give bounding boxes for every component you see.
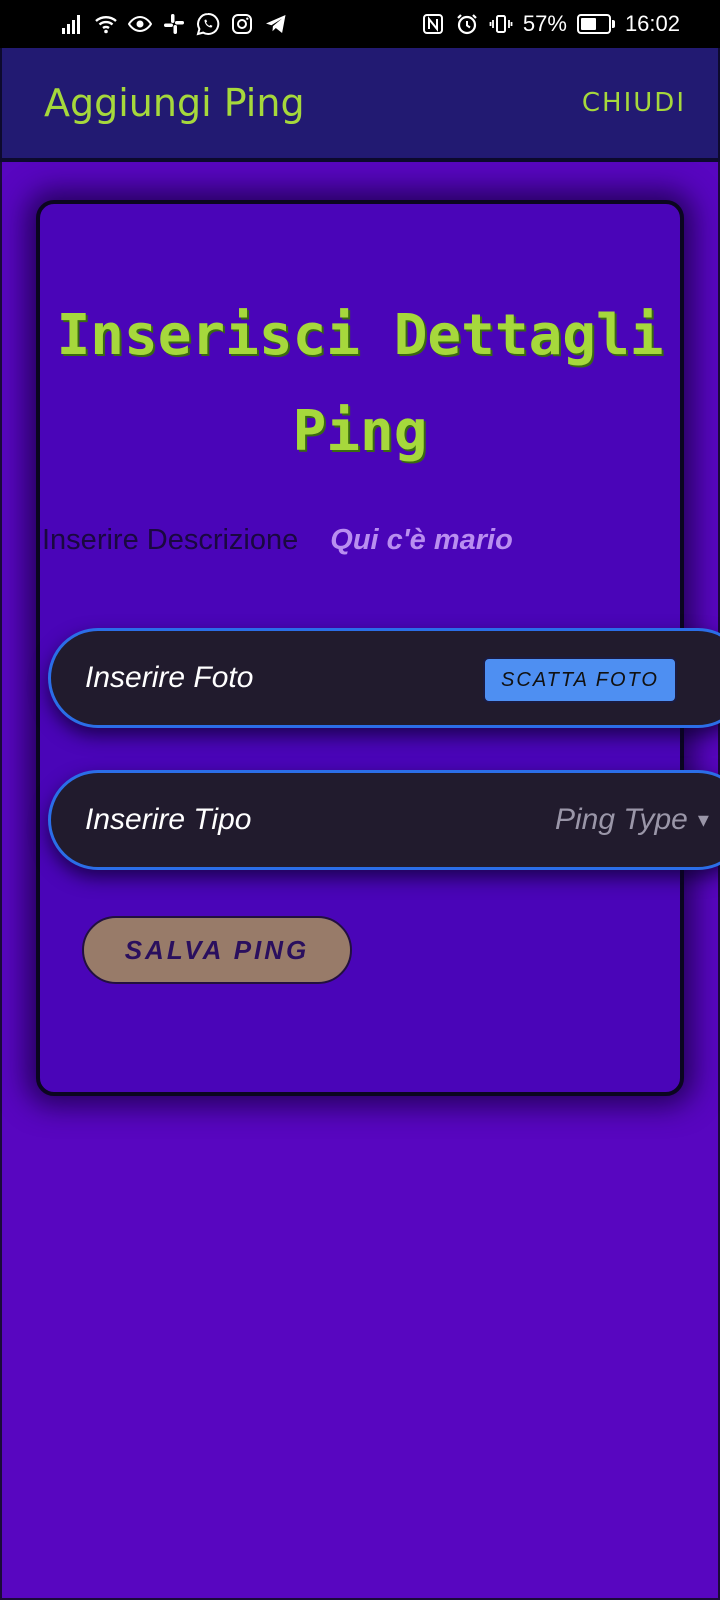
type-label: Inserire Tipo	[85, 803, 252, 836]
battery-icon	[576, 14, 615, 34]
status-bar-left	[60, 12, 288, 36]
type-field: Inserire Tipo Ping Type ▾	[48, 770, 720, 870]
card-title: Inserisci Dettagli Ping	[56, 303, 664, 464]
eye-icon	[128, 12, 152, 36]
clock: 16:02	[624, 11, 680, 36]
signal-icon	[60, 12, 84, 36]
vibrate-icon	[489, 12, 513, 36]
nfc-icon	[421, 12, 445, 36]
whatsapp-icon	[196, 12, 220, 36]
photo-label: Inserire Foto	[85, 661, 254, 694]
status-bar: 57% 16:02	[0, 0, 720, 48]
telegram-icon	[264, 12, 288, 36]
save-ping-button[interactable]: SALVA PING	[82, 916, 352, 984]
battery-percent: 57%	[522, 11, 567, 36]
status-bar-right: 57% 16:02	[421, 11, 680, 37]
battery-level-fill	[580, 18, 596, 30]
wifi-icon	[94, 12, 118, 36]
ping-type-value: Ping Type	[555, 803, 688, 836]
app-bar: Aggiungi Ping CHIUDI	[0, 48, 720, 162]
take-photo-button[interactable]: SCATTA FOTO	[483, 657, 677, 703]
slack-icon	[162, 12, 186, 36]
screen: 57% 16:02 Aggiungi Ping CHIUDI Inserisci…	[0, 0, 720, 1600]
ping-type-dropdown[interactable]: Ping Type ▾	[555, 773, 709, 867]
description-row: Inserire Descrizione Qui c'è mario	[42, 524, 513, 557]
close-button[interactable]: CHIUDI	[582, 88, 686, 118]
page-title: Aggiungi Ping	[44, 81, 305, 125]
alarm-icon	[455, 12, 479, 36]
description-label: Inserire Descrizione	[42, 524, 299, 556]
chevron-down-icon: ▾	[697, 807, 709, 832]
instagram-icon	[230, 12, 254, 36]
photo-field: Inserire Foto SCATTA FOTO	[48, 628, 720, 728]
description-input[interactable]: Qui c'è mario	[330, 524, 513, 557]
